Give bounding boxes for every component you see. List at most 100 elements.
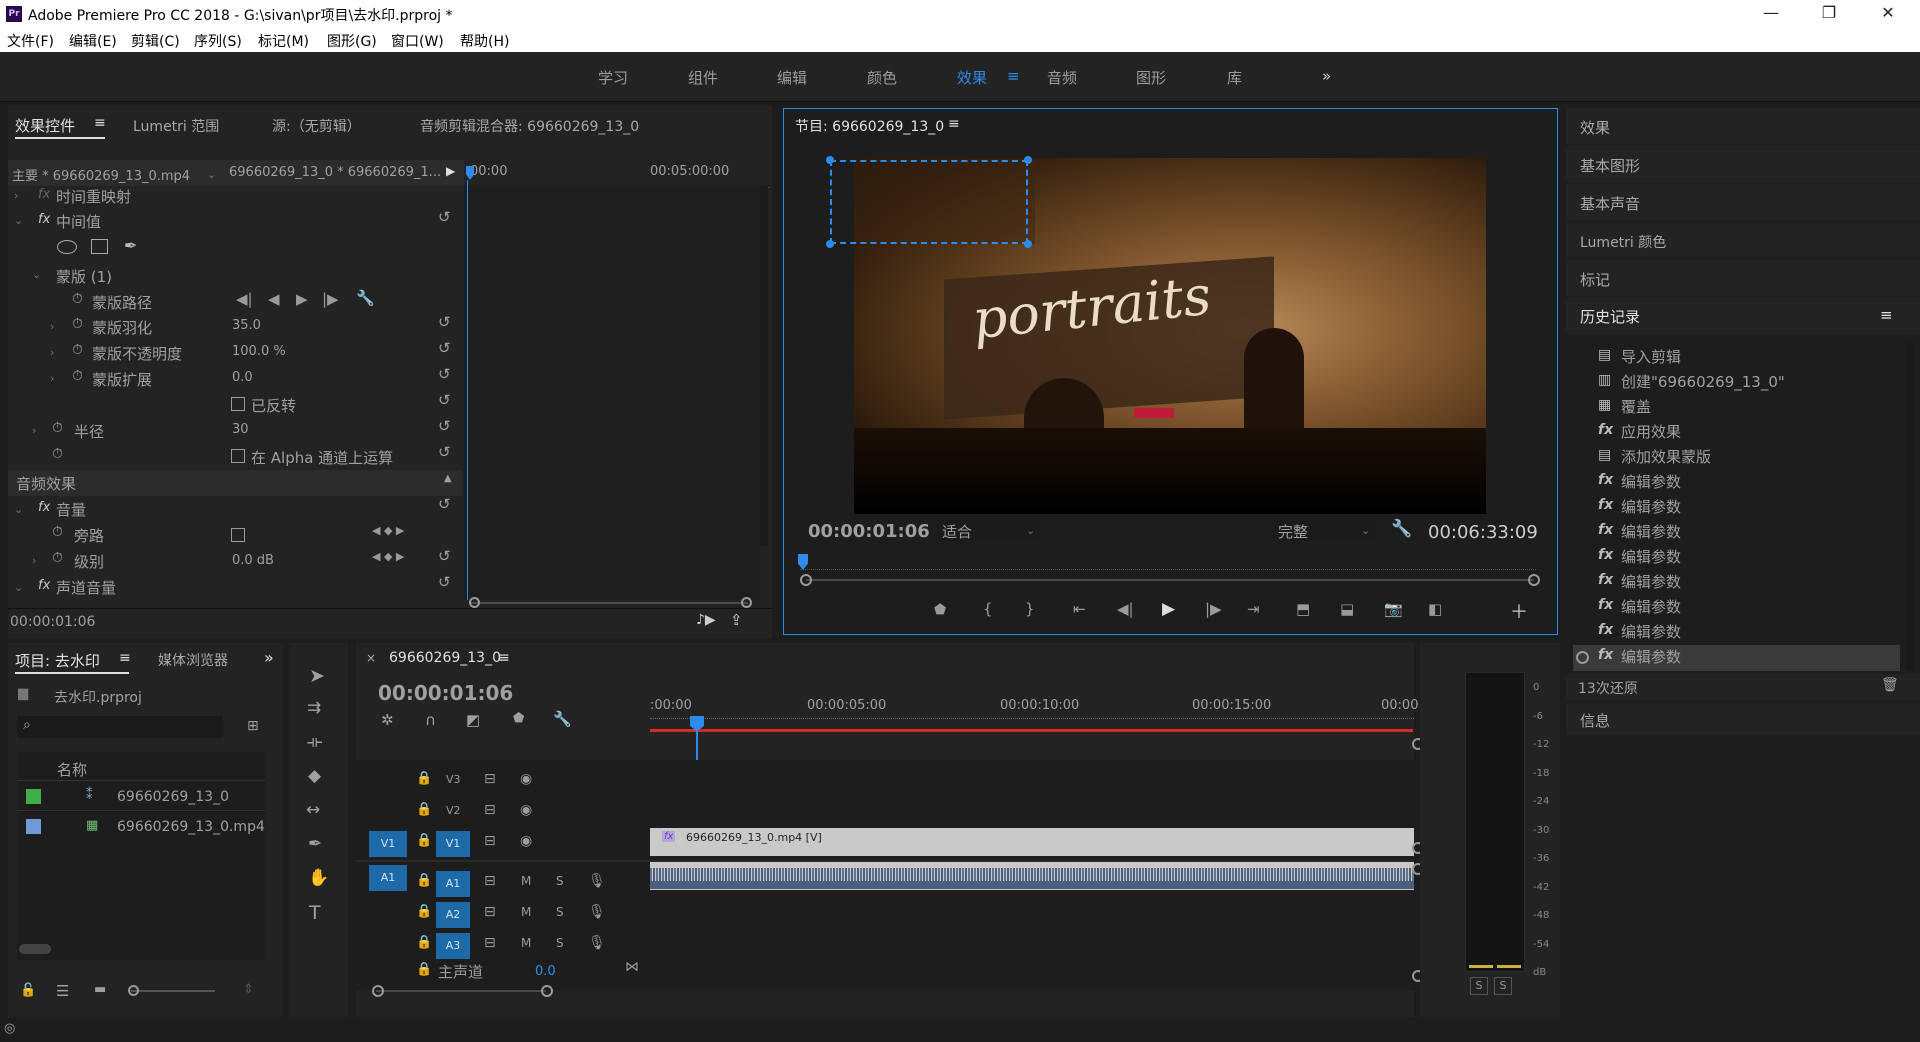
new-bin-search-icon[interactable]: ⊞ <box>247 718 259 734</box>
mask-feather-stopwatch-icon[interactable]: ⏱ <box>72 316 83 332</box>
mute-button[interactable]: M <box>521 936 531 950</box>
track-lock-icon[interactable]: 🔒 <box>416 935 432 950</box>
info-title[interactable]: 信息 <box>1580 710 1610 731</box>
reset-mask-opacity-icon[interactable]: ↺ <box>438 339 451 357</box>
radius-stopwatch-icon[interactable]: ⏱ <box>52 420 63 436</box>
timeline-menu-icon[interactable]: ≡ <box>498 650 510 666</box>
mask-vertex-top-right[interactable] <box>1024 156 1032 164</box>
solo-button[interactable]: S <box>556 874 564 888</box>
icon-view-icon[interactable]: ▬ <box>94 982 106 997</box>
track-forward-icon[interactable]: |▶ <box>322 290 339 308</box>
reset-channel-volume-icon[interactable]: ↺ <box>438 573 451 591</box>
tab-source[interactable]: 源:（无剪辑） <box>272 116 361 136</box>
history-item[interactable]: 编辑参数 <box>1621 571 1681 592</box>
ec-zoom-handle-left[interactable] <box>469 597 480 608</box>
minimize-button[interactable]: — <box>1751 3 1791 22</box>
selection-tool-icon[interactable]: ➤ <box>309 665 325 687</box>
play-icon[interactable]: ▶ <box>1162 599 1175 619</box>
mark-in-icon[interactable]: { <box>983 600 993 618</box>
go-to-out-icon[interactable]: ⇥ <box>1247 600 1260 618</box>
toggle-output-eye-icon[interactable]: ◉ <box>520 802 532 818</box>
source-patch-a1[interactable]: A1 <box>369 865 407 891</box>
tab-audio-clip-mixer[interactable]: 音频剪辑混合器: 69660269_13_0 <box>420 116 639 136</box>
expand-mask-expansion-icon[interactable]: › <box>50 372 54 385</box>
track-target-v1[interactable]: V1 <box>436 831 470 857</box>
menu-marker[interactable]: 标记(M) <box>258 31 309 51</box>
rectangle-mask-icon[interactable] <box>91 239 108 254</box>
history-item[interactable]: 添加效果蒙版 <box>1621 446 1711 467</box>
voice-over-mic-icon[interactable]: 🎙 <box>588 873 606 889</box>
go-to-in-icon[interactable]: ⇤ <box>1073 600 1086 618</box>
ec-zoom-handle-right[interactable] <box>741 597 752 608</box>
history-item[interactable]: 编辑参数 <box>1621 546 1681 567</box>
project-menu-icon[interactable]: ≡ <box>119 650 131 666</box>
program-timecode[interactable]: 00:00:01:06 <box>808 521 930 542</box>
track-backward-icon[interactable]: ◀| <box>236 290 253 308</box>
mask-outline[interactable] <box>830 160 1028 244</box>
mask-vertex-top-left[interactable] <box>826 156 834 164</box>
info-header[interactable] <box>1566 703 1920 735</box>
timeline-settings-wrench-icon[interactable]: 🔧 <box>553 710 572 728</box>
column-name-header[interactable]: 名称 <box>57 759 87 780</box>
track-target-audio[interactable]: A1 <box>436 871 470 897</box>
export-icon[interactable]: ⇪ <box>730 611 743 629</box>
project-more-icon[interactable]: » <box>264 648 274 667</box>
history-item[interactable]: 编辑参数 <box>1621 596 1681 617</box>
lift-icon[interactable]: ⬒ <box>1296 600 1310 618</box>
mask-expansion-stopwatch-icon[interactable]: ⏱ <box>72 368 83 384</box>
tab-media-browser[interactable]: 媒体浏览器 <box>158 650 233 670</box>
sync-lock-icon[interactable]: ⊟ <box>484 771 496 787</box>
history-item[interactable]: 编辑参数 <box>1621 621 1681 642</box>
track-lock-icon[interactable]: 🔒 <box>416 873 432 888</box>
track-lock-icon[interactable]: 🔒 <box>416 904 432 919</box>
lumetri-color-title[interactable]: Lumetri 颜色 <box>1580 232 1666 252</box>
linked-selection-icon[interactable]: ∩ <box>425 711 436 729</box>
solo-left-button[interactable]: S <box>1470 977 1488 995</box>
solo-button[interactable]: S <box>556 905 564 919</box>
mask-opacity-stopwatch-icon[interactable]: ⏱ <box>72 342 83 358</box>
program-settings-wrench-icon[interactable]: 🔧 <box>1391 519 1412 539</box>
bypass-keyframe-nav-icon[interactable]: ◀ ◆ ▶ <box>372 524 404 537</box>
reset-inverted-icon[interactable]: ↺ <box>438 391 451 409</box>
program-zoom-track[interactable] <box>806 579 1534 581</box>
reset-mask-expansion-icon[interactable]: ↺ <box>438 365 451 383</box>
effects-panel-title[interactable]: 效果 <box>1580 117 1610 138</box>
sync-lock-icon[interactable]: ⊟ <box>484 802 496 818</box>
bypass-stopwatch-icon[interactable]: ⏱ <box>52 524 63 540</box>
comparison-view-icon[interactable]: ◧ <box>1428 600 1442 618</box>
workspace-more-icon[interactable]: » <box>1322 67 1331 85</box>
level-keyframe-nav-icon[interactable]: ◀ ◆ ▶ <box>372 550 404 563</box>
mask-wrench-icon[interactable]: 🔧 <box>356 289 375 307</box>
project-scrollbar[interactable] <box>19 944 51 954</box>
expand-level-icon[interactable]: › <box>32 554 36 567</box>
timeline-zoom-track[interactable] <box>376 990 546 992</box>
radius-value[interactable]: 30 <box>232 422 249 437</box>
timeline-timecode[interactable]: 00:00:01:06 <box>378 681 513 705</box>
mute-button[interactable]: M <box>521 905 531 919</box>
workspace-effects[interactable]: 效果 <box>957 67 987 88</box>
program-zoom-left[interactable] <box>800 574 812 586</box>
track-lock-icon[interactable]: 🔒 <box>416 802 432 817</box>
effects-panel-header[interactable] <box>1566 108 1920 144</box>
master-lock-icon[interactable]: 🔒 <box>416 962 432 977</box>
workspace-libraries[interactable]: 库 <box>1227 67 1242 88</box>
clip-dropdown-icon[interactable]: ⌄ <box>207 168 216 181</box>
alpha-checkbox[interactable] <box>231 449 245 463</box>
history-item[interactable]: 导入剪辑 <box>1621 346 1681 367</box>
menu-clip[interactable]: 剪辑(C) <box>131 31 180 51</box>
toggle-output-eye-icon[interactable]: ◉ <box>520 833 532 849</box>
history-item[interactable]: 创建"69660269_13_0" <box>1621 371 1785 392</box>
track-backward-one-icon[interactable]: ◀ <box>268 290 280 308</box>
work-area-bar[interactable] <box>650 729 1413 732</box>
menu-file[interactable]: 文件(F) <box>7 31 54 51</box>
workspace-color[interactable]: 颜色 <box>867 67 897 88</box>
program-ruler[interactable] <box>800 562 1536 570</box>
program-monitor-title[interactable]: 节目: 69660269_13_0 <box>795 116 944 136</box>
track-lock-icon[interactable]: 🔒 <box>416 833 432 848</box>
mask-path-stopwatch-icon[interactable]: ⏱ <box>72 291 83 307</box>
tab-project[interactable]: 项目: 去水印 <box>15 650 100 671</box>
workspace-graphics[interactable]: 图形 <box>1136 67 1166 88</box>
mask-vertex-bottom-right[interactable] <box>1024 240 1032 248</box>
mask-opacity-value[interactable]: 100.0 % <box>232 344 286 359</box>
step-forward-icon[interactable]: |▶ <box>1205 600 1222 618</box>
